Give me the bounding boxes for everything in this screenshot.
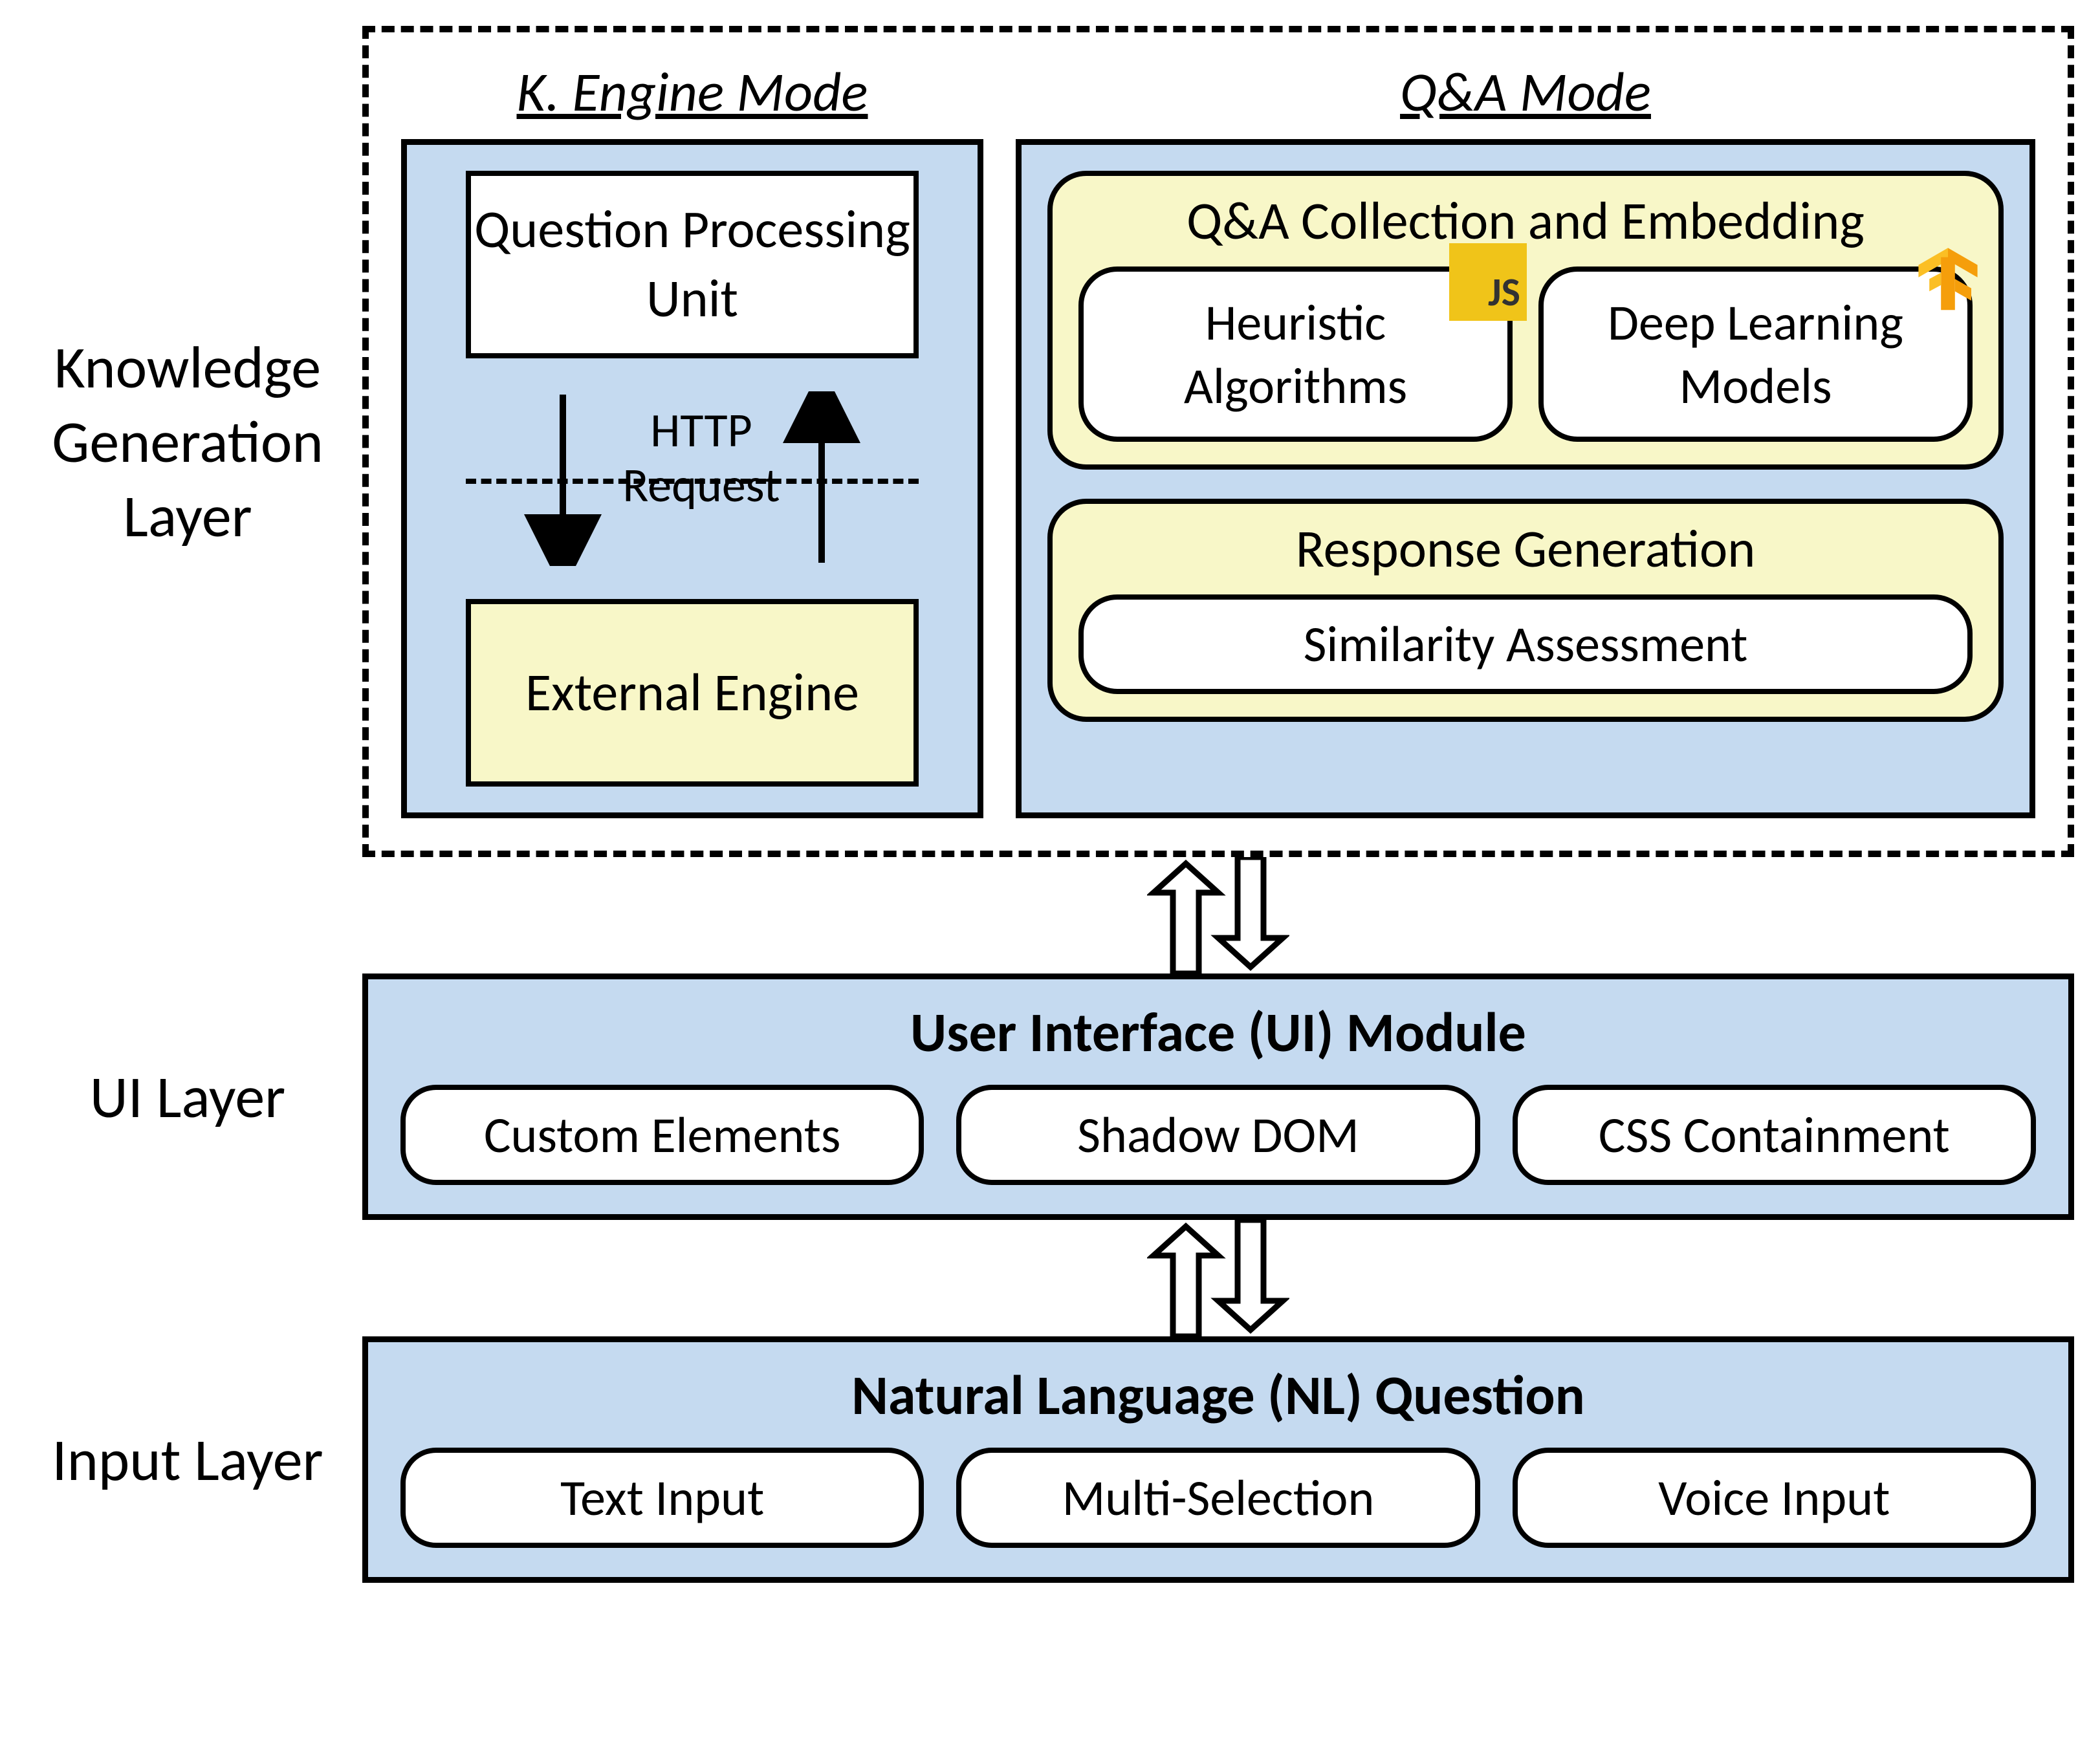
deep-learning-models-box: Deep Learning Models (1538, 266, 1973, 442)
nl-question-title: Natural Language (NL) Question (851, 1362, 1584, 1430)
css-containment-box: CSS Containment (1513, 1085, 2036, 1185)
open-bidirectional-arrow-icon (1147, 1220, 1289, 1336)
input-layer-row: Input Layer Natural Language (NL) Questi… (26, 1336, 2074, 1583)
knowledge-ui-connector (362, 857, 2074, 973)
voice-input-box: Voice Input (1513, 1448, 2036, 1548)
response-generation-title: Response Generation (1078, 517, 1973, 582)
heuristic-label: Heuristic Algorithms (1090, 291, 1501, 417)
multi-selection-box: Multi-Selection (956, 1448, 1480, 1548)
text-input-box: Text Input (400, 1448, 924, 1548)
k-engine-mode-title: K. Engine Mode (517, 58, 868, 126)
knowledge-modes-container: K. Engine Mode Question Processing Unit … (362, 26, 2074, 857)
http-request-connector: HTTP Request (466, 391, 919, 566)
knowledge-layer-label: Knowledge Generation Layer (26, 330, 362, 553)
qa-collection-embedding-group: Q&A Collection and Embedding Heuristic A… (1047, 171, 2004, 470)
knowledge-generation-layer-row: Knowledge Generation Layer K. Engine Mod… (26, 26, 2074, 857)
architecture-diagram: Knowledge Generation Layer K. Engine Mod… (26, 26, 2074, 1583)
ui-module-panel: User Interface (UI) Module Custom Elemen… (362, 973, 2074, 1220)
similarity-label: Similarity Assessment (1304, 613, 1748, 676)
similarity-assessment-box: Similarity Assessment (1078, 594, 1973, 694)
js-badge-text: JS (1488, 267, 1520, 318)
k-engine-mode-column: K. Engine Mode Question Processing Unit … (401, 58, 983, 818)
k-engine-panel: Question Processing Unit HTTP Request (401, 139, 983, 818)
javascript-badge-icon: JS (1449, 243, 1527, 321)
input-layer-label: Input Layer (26, 1422, 362, 1497)
bidirectional-arrow-icon (466, 391, 919, 566)
open-bidirectional-arrow-icon (1147, 857, 1289, 973)
qa-mode-title: Q&A Mode (1400, 58, 1651, 126)
response-generation-group: Response Generation Similarity Assessmen… (1047, 499, 2004, 722)
nl-question-panel: Natural Language (NL) Question Text Inpu… (362, 1336, 2074, 1583)
heuristic-algorithms-box: Heuristic Algorithms JS (1078, 266, 1513, 442)
deep-learning-label: Deep Learning Models (1550, 291, 1961, 417)
ui-layer-row: UI Layer User Interface (UI) Module Cust… (26, 973, 2074, 1220)
qa-mode-column: Q&A Mode Q&A Collection and Embedding He… (1016, 58, 2035, 818)
qa-panel: Q&A Collection and Embedding Heuristic A… (1016, 139, 2035, 818)
ui-module-title: User Interface (UI) Module (910, 999, 1526, 1067)
shadow-dom-box: Shadow DOM (956, 1085, 1480, 1185)
tensorflow-badge-icon (1909, 243, 1987, 321)
ui-input-connector (362, 1220, 2074, 1336)
question-processing-unit-box: Question Processing Unit (466, 171, 919, 358)
custom-elements-box: Custom Elements (400, 1085, 924, 1185)
ui-layer-label: UI Layer (26, 1060, 362, 1134)
external-engine-box: External Engine (466, 599, 919, 787)
